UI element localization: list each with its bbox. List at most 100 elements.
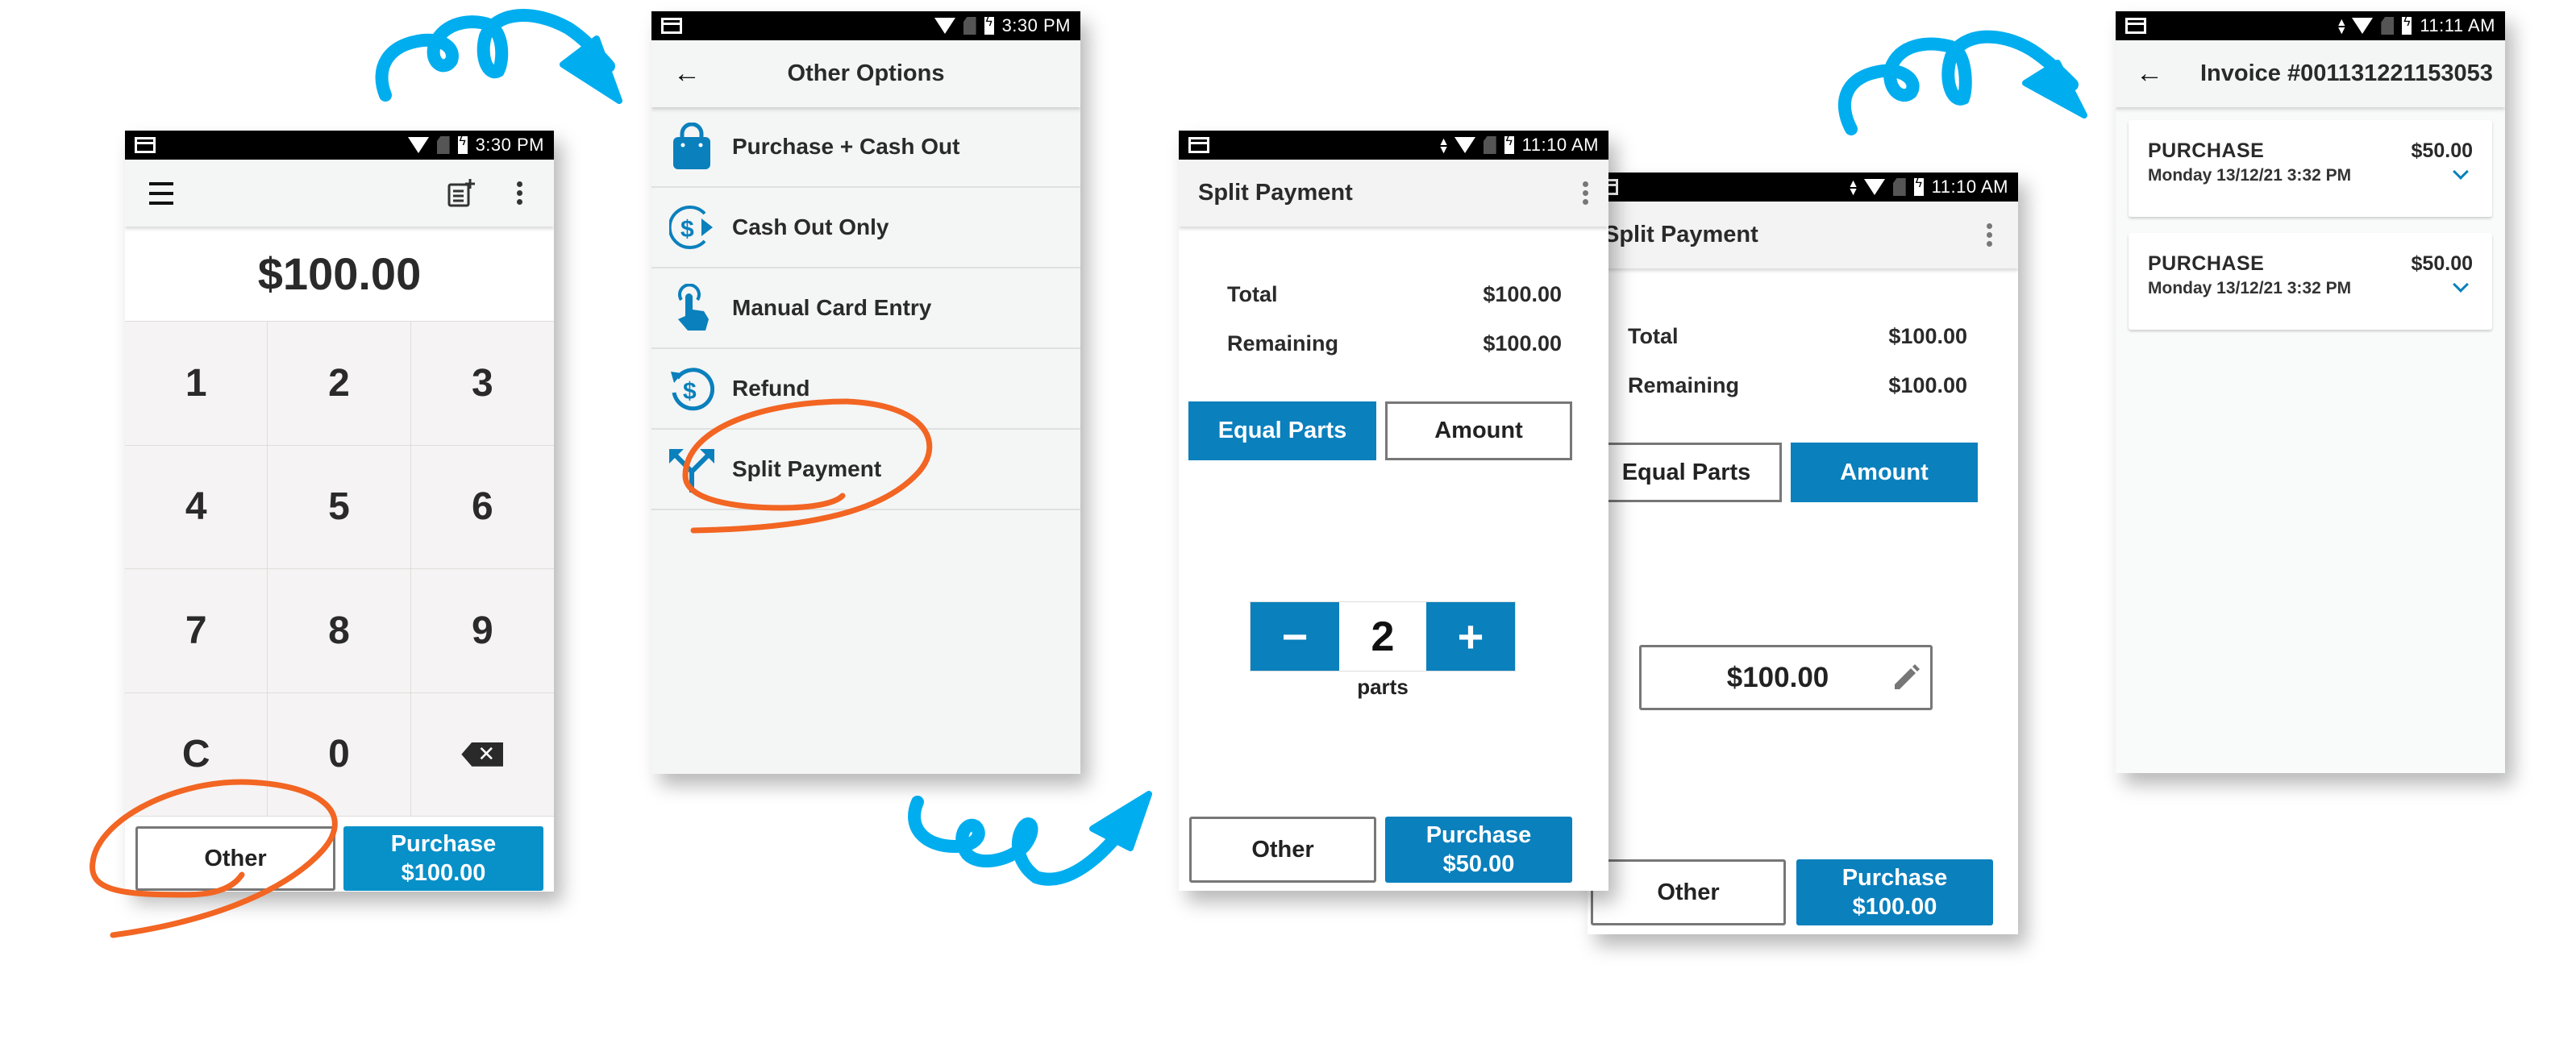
purchase-button[interactable]: Purchase $100.00 [1796,859,1993,925]
arrow-back-icon[interactable]: ← [2133,58,2166,90]
remaining-label: Remaining [1628,373,1740,397]
purchase-button-amount: $100.00 [1852,894,1937,920]
wifi-icon [1454,137,1475,153]
flow-arrow-3 [1838,30,2087,135]
svg-text:$: $ [683,378,697,405]
invoice-screen: ▲▼ 11:11 AM ← Invoice #001131221153053 P… [2116,11,2505,773]
other-button-label: Other [204,845,267,871]
wifi-icon [407,137,429,153]
transaction-card[interactable]: PURCHASE $50.00 Monday 13/12/21 3:32 PM [2129,120,2492,217]
purchase-button-amount: $100.00 [401,860,486,886]
split-amount-input[interactable]: $100.00 [1639,645,1933,710]
pencil-icon[interactable] [1882,663,1930,692]
decrement-button[interactable]: − [1251,602,1339,671]
more-vertical-icon[interactable] [515,181,523,205]
status-bar: ▲▼ 11:10 AM [1179,131,1608,160]
key-3[interactable]: 3 [410,322,554,446]
arrow-back-icon[interactable]: ← [671,58,703,90]
app-bar [125,160,554,227]
data-sync-icon: ▲ ▼ [2336,15,2348,36]
card-icon [661,18,682,34]
transaction-type: PURCHASE [2148,252,2265,275]
status-time: 11:11 AM [2420,15,2495,35]
data-sync-icon: ▲ ▼ [1847,177,1859,198]
app-bar: ← Other Options [651,40,1080,107]
menu-item-label: Split Payment [732,456,882,481]
parts-label: parts [1357,675,1409,699]
more-vertical-icon[interactable] [1581,181,1589,205]
key-8[interactable]: 8 [268,569,411,693]
tab-amount[interactable]: Amount [1791,443,1978,502]
key-9[interactable]: 9 [410,569,554,693]
chevron-down-icon[interactable] [2453,277,2469,293]
menu-item-label: Cash Out Only [732,214,889,239]
card-icon [1188,137,1209,153]
transaction-date: Monday 13/12/21 3:32 PM [2148,279,2352,297]
key-backspace[interactable]: ✕ [410,693,554,817]
transaction-amount: $50.00 [2411,139,2473,162]
keypad-screen: 3:30 PM $100.00 1 2 3 4 5 6 7 8 9 C 0 ✕ … [125,131,554,892]
no-sim-icon [436,136,450,154]
purchase-button[interactable]: Purchase $50.00 [1385,817,1572,883]
status-time: 11:10 AM [1521,135,1599,155]
menu-item-manual-card-entry[interactable]: Manual Card Entry [651,268,1080,349]
battery-charging-icon [2402,15,2412,35]
battery-charging-icon [1504,135,1514,154]
parts-count: 2 [1339,602,1426,671]
split-amount-value: $100.00 [1726,661,1829,693]
status-time: 3:30 PM [1001,15,1071,35]
tab-equal-parts[interactable]: Equal Parts [1188,401,1376,460]
data-sync-icon: ▲ ▼ [1438,135,1450,156]
no-sim-icon [1892,178,1906,196]
menu-item-refund[interactable]: $ Refund [651,349,1080,430]
menu-item-purchase-cash-out[interactable]: Purchase + Cash Out [651,107,1080,188]
key-clear[interactable]: C [125,692,268,817]
split-payment-equal-parts-screen: ▲▼ 11:10 AM Split Payment Total $100.00 R… [1179,131,1608,891]
status-bar: 3:30 PM [125,131,554,160]
other-button[interactable]: Other [135,826,335,891]
tab-label: Equal Parts [1621,459,1751,485]
transaction-type: PURCHASE [2148,139,2265,162]
key-0[interactable]: 0 [268,692,411,817]
backspace-icon: ✕ [461,742,504,767]
total-value: $100.00 [1888,324,1967,348]
key-4[interactable]: 4 [125,445,268,569]
options-list: Purchase + Cash Out $ Cash Out Only Manu… [651,107,1080,510]
menu-item-cash-out-only[interactable]: $ Cash Out Only [651,188,1080,268]
more-vertical-icon[interactable] [1985,223,1993,247]
wifi-icon [2352,18,2374,34]
increment-button[interactable]: + [1426,602,1515,671]
no-sim-icon [963,17,976,35]
tab-equal-parts[interactable]: Equal Parts [1591,443,1782,502]
tab-label: Amount [1840,459,1929,485]
wifi-icon [934,18,955,34]
key-5[interactable]: 5 [268,445,411,569]
other-button-label: Other [1251,836,1314,863]
chevron-down-icon[interactable] [2453,164,2469,180]
note-add-icon[interactable] [447,178,475,208]
flow-arrow-1 [375,9,622,104]
page-title: Split Payment [1604,222,1758,247]
cash-out-icon: $ [669,206,713,249]
menu-item-label: Purchase + Cash Out [732,134,960,159]
other-button-label: Other [1657,879,1720,905]
other-options-screen: 3:30 PM ← Other Options Purchase + Cash … [651,11,1080,774]
key-1[interactable]: 1 [125,322,268,446]
hamburger-menu-icon[interactable] [147,181,176,205]
menu-item-split-payment[interactable]: Split Payment [651,430,1080,510]
parts-stepper: − 2 + [1250,601,1516,672]
flow-arrow-2 [908,791,1152,886]
touch-hand-icon [678,284,709,331]
other-button[interactable]: Other [1591,859,1786,925]
page-title: Invoice #001131221153053 [2200,60,2493,86]
other-button[interactable]: Other [1189,817,1376,883]
app-bar: Split Payment [1588,202,2018,268]
purchase-button[interactable]: Purchase $100.00 [343,826,543,891]
tab-amount[interactable]: Amount [1385,401,1572,460]
no-sim-icon [2381,17,2395,35]
transaction-card[interactable]: PURCHASE $50.00 Monday 13/12/21 3:32 PM [2129,233,2492,330]
key-6[interactable]: 6 [410,446,554,569]
card-icon [135,137,156,153]
key-7[interactable]: 7 [125,569,268,693]
key-2[interactable]: 2 [268,322,411,446]
